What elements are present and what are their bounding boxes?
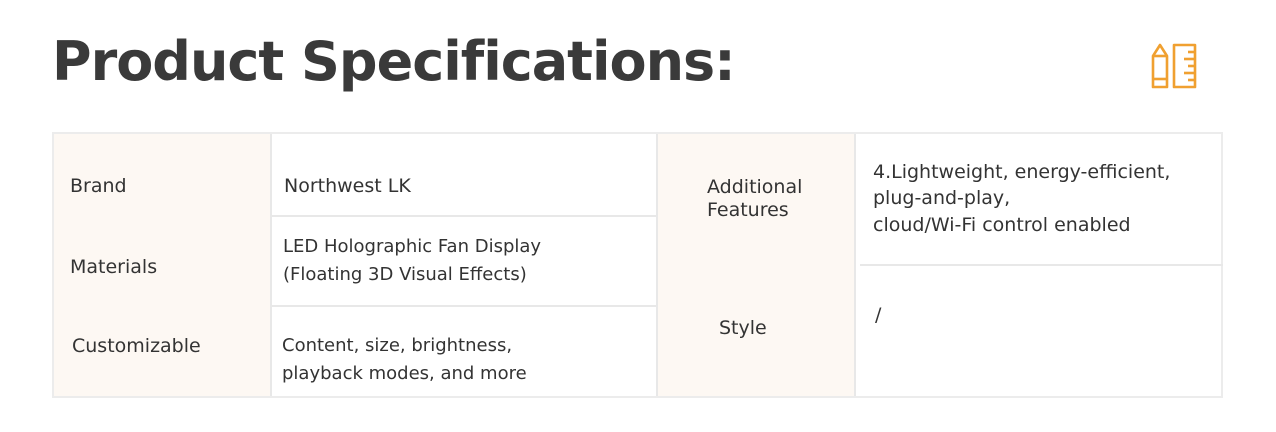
- right-label-column: [658, 134, 854, 396]
- divider: [272, 305, 656, 307]
- customizable-value-line1: Content, size, brightness,: [282, 335, 513, 356]
- customizable-label: Customizable: [72, 335, 201, 357]
- additional-features-value-line2: plug-and-play,: [873, 187, 1011, 209]
- materials-value-line1: LED Holographic Fan Display: [283, 236, 542, 257]
- divider: [272, 215, 656, 217]
- pencil-ruler-icon: [1151, 43, 1197, 89]
- customizable-value-line2: playback modes, and more: [282, 363, 527, 384]
- style-value: /: [875, 304, 882, 326]
- additional-features-label-line1: Additional: [707, 176, 803, 198]
- spec-table: Brand Northwest LK Materials LED Hologra…: [52, 132, 1223, 398]
- divider: [656, 134, 658, 396]
- divider: [270, 134, 272, 396]
- additional-features-label-line2: Features: [707, 199, 789, 221]
- divider: [860, 264, 1223, 266]
- style-label: Style: [719, 317, 767, 339]
- materials-label: Materials: [70, 256, 158, 278]
- page-title: Product Specifications:: [52, 30, 736, 93]
- brand-value: Northwest LK: [284, 175, 411, 197]
- brand-label: Brand: [70, 175, 127, 197]
- divider: [854, 134, 856, 396]
- additional-features-value-line1: 4.Lightweight, energy-efficient,: [873, 161, 1171, 183]
- additional-features-value-line3: cloud/Wi-Fi control enabled: [873, 214, 1131, 236]
- materials-value-line2: (Floating 3D Visual Effects): [283, 264, 527, 285]
